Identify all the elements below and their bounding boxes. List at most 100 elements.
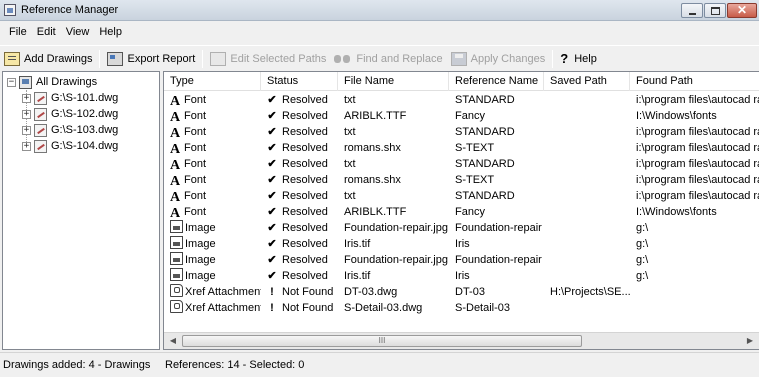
minimize-button[interactable] (681, 3, 703, 18)
status-bar: Drawings added: 4 - Drawings References:… (0, 352, 759, 377)
menu-help[interactable]: Help (94, 26, 127, 38)
cell-type: A Font (164, 156, 261, 172)
table-row[interactable]: Image ✔ Resolved Foundation-repair.jpg Found… (164, 252, 759, 268)
dwg-file-icon (34, 91, 47, 105)
font-icon: A (170, 174, 181, 189)
help-label: Help (574, 52, 597, 65)
tree-item-all-drawings[interactable]: − All Drawings (7, 74, 97, 90)
apply-changes-button[interactable]: Apply Changes (447, 48, 550, 70)
table-row[interactable]: A Font ✔ Resolved txt STANDARD i:\program file… (164, 124, 759, 140)
cell-found-path: i:\program files\autocad ra (630, 124, 759, 140)
cell-type-text: Font (184, 142, 207, 154)
references-list[interactable]: Type Status File Name Reference Name Sav… (163, 71, 759, 350)
cell-reference-name-text: Iris (455, 270, 470, 282)
cell-saved-path (544, 236, 630, 252)
font-icon: A (170, 94, 181, 109)
cell-status-text: Not Found (282, 286, 334, 298)
checkmark-icon: ✔ (267, 158, 277, 170)
cell-status: ✔ Resolved (261, 108, 338, 124)
export-report-button[interactable]: Export Report (103, 48, 199, 70)
tree-item-drawing[interactable]: + G:\S-103.dwg (22, 122, 118, 138)
table-row[interactable]: Xref Attachment! Not Found DT-03.dwg DT-03 H… (164, 284, 759, 300)
cell-file-name-text: S-Detail-03.dwg (344, 302, 423, 314)
title-bar: Reference Manager ✕ (0, 0, 759, 21)
column-header-found-path[interactable]: Found Path (630, 72, 759, 91)
menu-view[interactable]: View (61, 26, 95, 38)
scrollbar-thumb[interactable]: III (182, 335, 582, 347)
cell-found-path-text: I:\Windows\fonts (636, 206, 717, 218)
column-header-saved-path[interactable]: Saved Path (544, 72, 630, 91)
expand-icon[interactable]: + (22, 125, 31, 135)
cell-type-text: Image (185, 222, 216, 234)
cell-reference-name: Foundation-repair (449, 252, 544, 268)
tree-item-label: G:\S-104.dwg (51, 140, 119, 152)
cell-found-path-text: g:\ (636, 238, 649, 250)
cell-reference-name: STANDARD (449, 124, 544, 140)
cell-saved-path-text: H:\Projects\SE... (550, 286, 630, 298)
window-title: Reference Manager (21, 4, 119, 16)
scroll-left-icon[interactable]: ◀ (166, 335, 180, 347)
column-header-status[interactable]: Status (261, 72, 338, 91)
binoculars-icon (334, 52, 352, 66)
cell-type-text: Font (184, 110, 207, 122)
table-row[interactable]: A Font ✔ Resolved ARIBLK.TTF Fancy I:\Windows\… (164, 108, 759, 124)
table-row[interactable]: A Font ✔ Resolved romans.shx S-TEXT i:\program… (164, 172, 759, 188)
cell-reference-name-text: STANDARD (455, 158, 515, 170)
checkmark-icon: ✔ (267, 142, 277, 154)
table-row[interactable]: A Font ✔ Resolved romans.shx S-TEXT i:\program… (164, 140, 759, 156)
cell-type-text: Font (184, 158, 207, 170)
help-button[interactable]: ? Help (556, 48, 601, 70)
expand-icon[interactable]: + (22, 93, 31, 103)
cell-file-name: txt (338, 156, 449, 172)
cell-found-path-text: i:\program files\autocad ra (636, 142, 759, 154)
cell-file-name-text: txt (344, 190, 356, 202)
table-row[interactable]: Image ✔ Resolved Iris.tif Iris g:\ (164, 236, 759, 252)
maximize-button[interactable] (704, 3, 726, 18)
cell-status: ✔ Resolved (261, 156, 338, 172)
tree-item-drawing[interactable]: + G:\S-101.dwg (22, 90, 118, 106)
add-drawings-button[interactable]: Add Drawings (0, 48, 96, 70)
find-and-replace-button[interactable]: Find and Replace (330, 48, 446, 70)
column-header-reference-name[interactable]: Reference Name (449, 72, 544, 91)
cell-type: Xref Attachment (164, 300, 261, 316)
cell-reference-name: STANDARD (449, 156, 544, 172)
tree-item-label: G:\S-101.dwg (51, 92, 119, 104)
table-row[interactable]: A Font ✔ Resolved txt STANDARD i:\program file… (164, 92, 759, 108)
tree-item-drawing[interactable]: + G:\S-104.dwg (22, 138, 118, 154)
expand-icon[interactable]: + (22, 141, 31, 151)
table-row[interactable]: A Font ✔ Resolved txt STANDARD i:\program file… (164, 188, 759, 204)
scroll-right-icon[interactable]: ▶ (743, 335, 757, 347)
table-row[interactable]: Image ✔ Resolved Foundation-repair.jpg Found… (164, 220, 759, 236)
column-header-type[interactable]: Type (164, 72, 261, 91)
table-row[interactable]: A Font ✔ Resolved ARIBLK.TTF Fancy I:\Windows\… (164, 204, 759, 220)
horizontal-scrollbar[interactable]: ◀ III ▶ (164, 332, 759, 349)
cell-found-path (630, 284, 759, 300)
table-row[interactable]: Image ✔ Resolved Iris.tif Iris g:\ (164, 268, 759, 284)
cell-status: ✔ Resolved (261, 236, 338, 252)
table-row[interactable]: Xref Attachment! Not Found S-Detail-03.dwg… (164, 300, 759, 316)
xref-icon (170, 300, 183, 313)
cell-file-name: Foundation-repair.jpg (338, 252, 449, 268)
toolbar-separator (552, 49, 554, 68)
expand-icon[interactable]: + (22, 109, 31, 119)
cell-status: ✔ Resolved (261, 172, 338, 188)
tree-item-drawing[interactable]: + G:\S-102.dwg (22, 106, 118, 122)
cell-status-text: Resolved (282, 158, 328, 170)
cell-type-text: Xref Attachment (185, 286, 261, 298)
tree-item-label: All Drawings (36, 76, 98, 88)
menu-edit[interactable]: Edit (32, 26, 61, 38)
drawings-tree[interactable]: − All Drawings + G:\S-101.dwg + G:\S-102… (2, 71, 160, 350)
column-header-file-name[interactable]: File Name (338, 72, 449, 91)
cell-reference-name-text: DT-03 (455, 286, 485, 298)
checkmark-icon: ✔ (267, 190, 277, 202)
edit-selected-paths-button[interactable]: Edit Selected Paths (206, 48, 330, 70)
menu-file[interactable]: File (4, 26, 32, 38)
cell-type-text: Image (185, 238, 216, 250)
close-button[interactable]: ✕ (727, 3, 757, 18)
cell-found-path (630, 300, 759, 316)
checkmark-icon: ✔ (267, 254, 277, 266)
cell-found-path-text: I:\Windows\fonts (636, 110, 717, 122)
table-row[interactable]: A Font ✔ Resolved txt STANDARD i:\program file… (164, 156, 759, 172)
collapse-icon[interactable]: − (7, 77, 16, 87)
cell-found-path-text: i:\program files\autocad ra (636, 94, 759, 106)
